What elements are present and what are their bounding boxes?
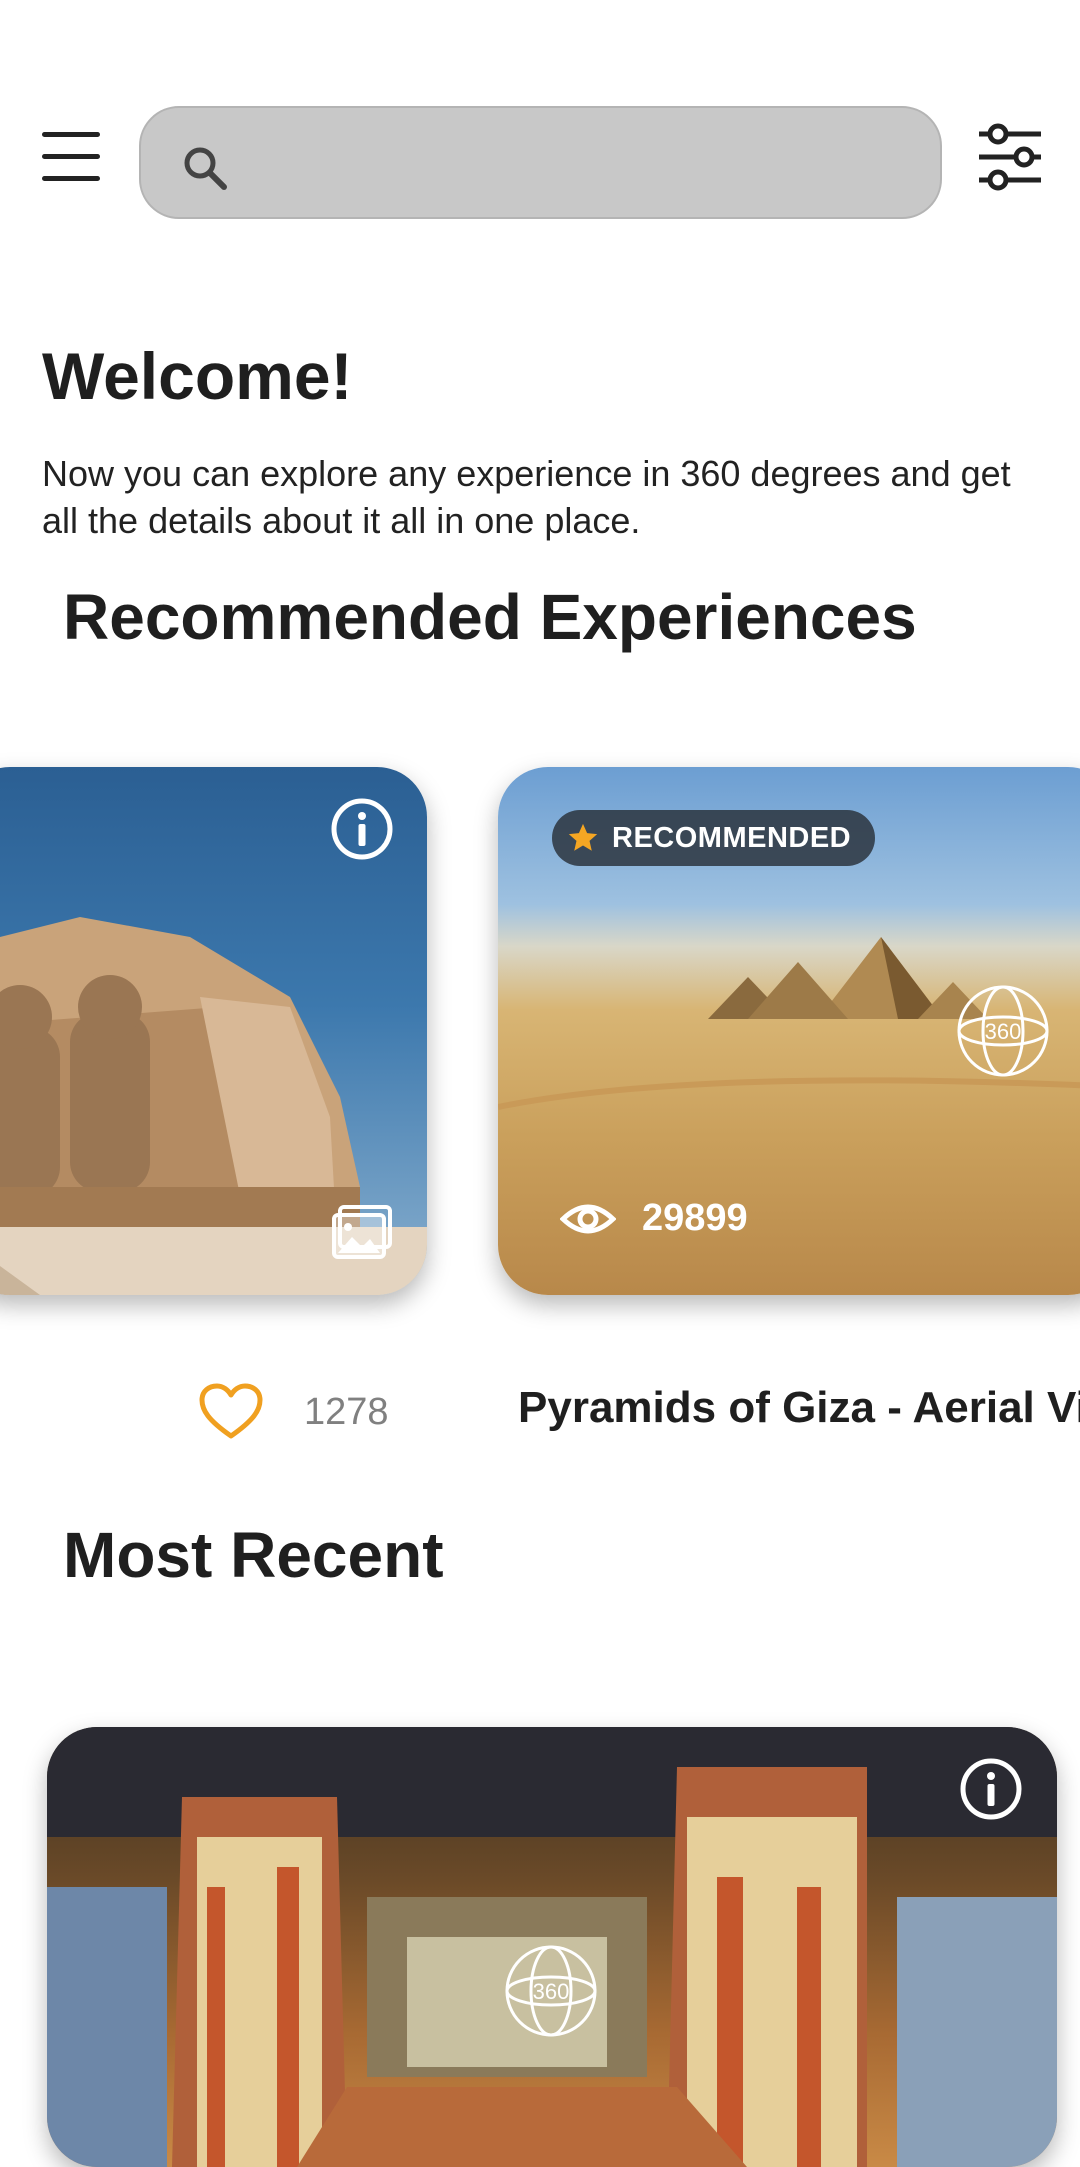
likes-row: 1278	[198, 1382, 389, 1442]
search-input[interactable]	[241, 128, 905, 200]
experience-title[interactable]: Pyramids of Giza - Aerial Vi	[518, 1383, 1080, 1433]
most-recent-title: Most Recent	[63, 1519, 444, 1591]
welcome-title: Welcome!	[42, 339, 353, 413]
badge-label: RECOMMENDED	[612, 821, 852, 854]
info-icon[interactable]	[959, 1757, 1023, 1821]
welcome-text: Now you can explore any experience in 36…	[42, 453, 1011, 541]
360-icon[interactable]: 360	[503, 1943, 599, 2039]
likes-count: 1278	[304, 1390, 389, 1433]
menu-button[interactable]	[38, 132, 104, 182]
search-bar[interactable]	[139, 106, 942, 219]
heart-icon[interactable]	[198, 1382, 264, 1442]
gallery-icon[interactable]	[330, 1203, 394, 1261]
eye-icon	[560, 1204, 616, 1233]
views-value: 29899	[642, 1197, 748, 1239]
search-icon	[184, 147, 227, 190]
svg-text:360: 360	[985, 1019, 1022, 1044]
experience-card-temple[interactable]	[0, 767, 427, 1295]
recommended-badge: RECOMMENDED	[552, 810, 876, 866]
filter-icon[interactable]	[975, 122, 1045, 192]
info-icon[interactable]	[330, 797, 394, 861]
recent-card-tomb[interactable]: 360	[47, 1727, 1057, 2167]
experience-card-pyramids[interactable]: RECOMMENDED 360 29899	[498, 767, 1080, 1295]
svg-text:360: 360	[533, 1979, 570, 2004]
recommended-title: Recommended Experiences	[63, 581, 917, 653]
star-icon	[568, 823, 598, 851]
360-icon[interactable]: 360	[955, 983, 1051, 1079]
views-count: 29899	[560, 1197, 748, 1240]
